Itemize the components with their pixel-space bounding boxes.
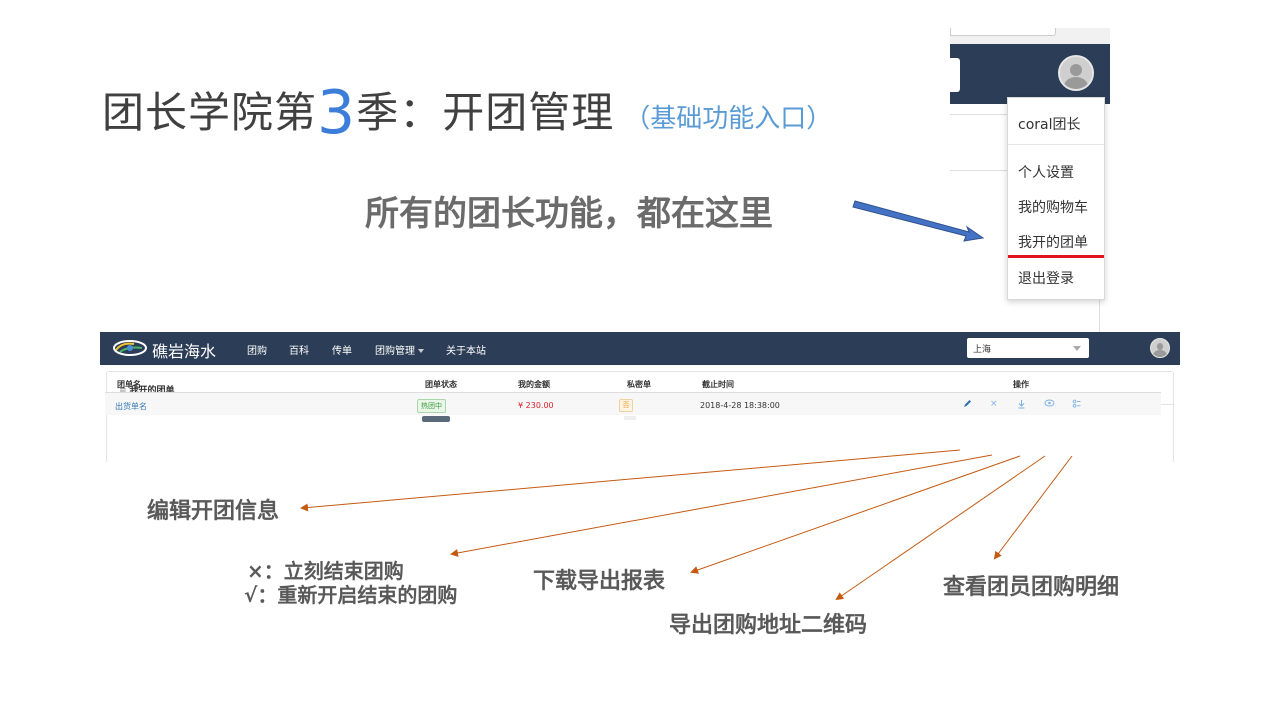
pointer-arrow-to-menu: [852, 200, 985, 242]
arrow-download: [690, 455, 1021, 574]
annotation-arrows: [300, 200, 1073, 601]
arrow-close: [450, 454, 993, 557]
arrow-members: [993, 455, 1073, 560]
